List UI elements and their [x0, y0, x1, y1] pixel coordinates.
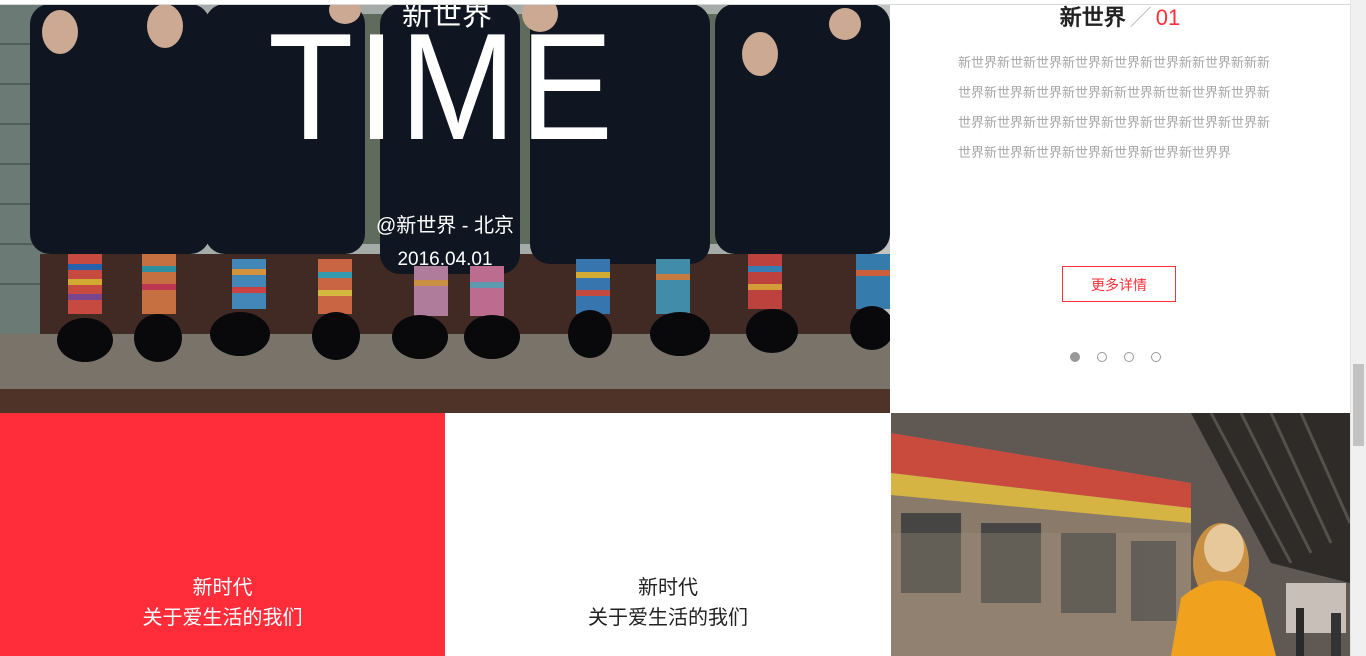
more-details-button[interactable]: 更多详情 — [1062, 266, 1176, 302]
page: 新世界 TIME @新世界 - 北京 2016.04.01 新世界／ 01 新世界… — [0, 0, 1366, 656]
tile-line1: 新时代 — [192, 577, 253, 599]
hero-location: @新世界 - 北京 — [375, 215, 515, 237]
tile-line2: 关于爱生活的我们 — [588, 607, 748, 629]
hero-big-title: TIME — [268, 4, 617, 172]
carousel-dot-1[interactable] — [1070, 352, 1080, 362]
carousel-dot-2[interactable] — [1097, 352, 1107, 362]
tile-new-era-red[interactable]: 新时代 关于爱生活的我们 — [0, 413, 445, 656]
carousel-dots — [1070, 352, 1161, 362]
vertical-scrollbar[interactable] — [1350, 0, 1366, 656]
article-panel: 新世界／ 01 新世界新世新世界新世界新世界新世界新新世界新新新世界新世界新世界新… — [890, 4, 1350, 413]
train-photo-art — [891, 413, 1350, 656]
title-slash: ／ — [1129, 5, 1152, 30]
carousel-dot-4[interactable] — [1151, 352, 1161, 362]
tile-text: 新时代 关于爱生活的我们 — [0, 573, 445, 633]
article-title-text: 新世界 — [1059, 5, 1126, 30]
top-edge — [0, 0, 1350, 5]
tile-line1: 新时代 — [638, 577, 698, 599]
tile-line2: 关于爱生活的我们 — [142, 607, 303, 629]
hero-date: 2016.04.01 — [397, 249, 493, 270]
train-station-photo[interactable] — [891, 413, 1350, 656]
carousel-dot-3[interactable] — [1124, 352, 1134, 362]
tile-new-era-white[interactable]: 新时代 关于爱生活的我们 — [445, 413, 891, 656]
article-body: 新世界新世新世界新世界新世界新世界新新世界新新新世界新世界新世界新世界新新世界新… — [958, 55, 1271, 160]
tile-text: 新时代 关于爱生活的我们 — [445, 573, 891, 633]
scroll-thumb[interactable] — [1353, 364, 1364, 446]
article-number: 01 — [1155, 5, 1181, 30]
hero-banner[interactable]: 新世界 TIME @新世界 - 北京 2016.04.01 — [0, 4, 890, 413]
